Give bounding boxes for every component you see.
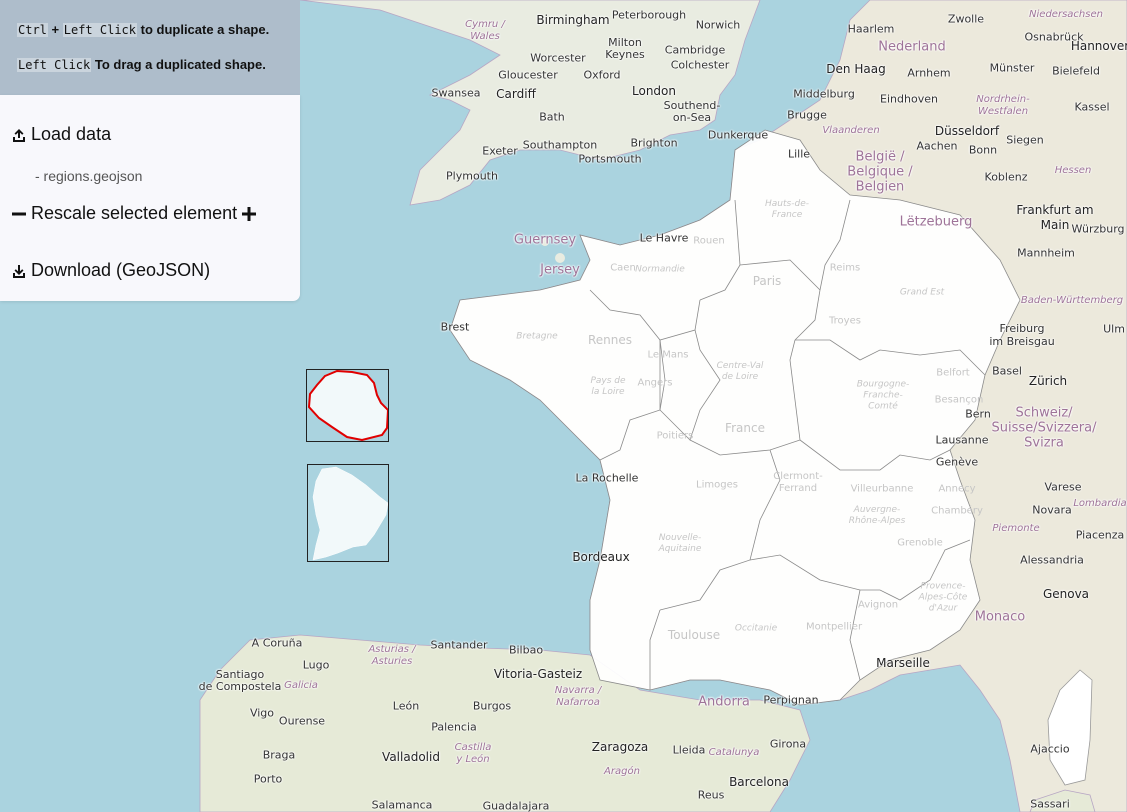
download-geojson-button[interactable]: Download (GeoJSON) xyxy=(10,260,210,281)
control-panel: Load data - regions.geojson Rescale sele… xyxy=(0,95,300,301)
key-left-click: Left Click xyxy=(62,23,137,37)
duplicated-shape-guyane[interactable] xyxy=(307,464,389,562)
plus-icon[interactable] xyxy=(240,205,258,223)
land-jersey xyxy=(555,253,565,263)
instruction-drag-text: To drag a duplicated shape. xyxy=(94,57,266,72)
land-guernsey xyxy=(541,238,549,246)
rescale-label: Rescale selected element xyxy=(31,203,238,223)
upload-icon xyxy=(10,126,28,144)
key-left-click: Left Click xyxy=(17,58,92,72)
load-data-button[interactable]: Load data xyxy=(10,124,111,145)
download-label: Download (GeoJSON) xyxy=(31,260,211,280)
download-icon xyxy=(10,262,28,280)
instructions-header: Ctrl + Left Click to duplicate a shape. … xyxy=(0,0,300,95)
loaded-file-item: - regions.geojson xyxy=(35,168,143,184)
guyane-shape xyxy=(312,466,388,561)
instruction-duplicate-text: to duplicate a shape. xyxy=(140,22,270,37)
instruction-drag: Left Click To drag a duplicated shape. xyxy=(17,57,266,72)
plus-sign: + xyxy=(51,22,60,37)
rescale-control: Rescale selected element xyxy=(10,203,261,224)
instruction-duplicate: Ctrl + Left Click to duplicate a shape. xyxy=(17,22,269,37)
duplicated-shape-reunion[interactable] xyxy=(306,369,389,442)
reunion-shape xyxy=(307,370,388,441)
minus-icon[interactable] xyxy=(10,205,28,223)
load-data-label: Load data xyxy=(31,124,112,144)
land-great-britain xyxy=(299,0,761,206)
key-ctrl: Ctrl xyxy=(17,23,48,37)
france-overlay xyxy=(449,129,1021,706)
